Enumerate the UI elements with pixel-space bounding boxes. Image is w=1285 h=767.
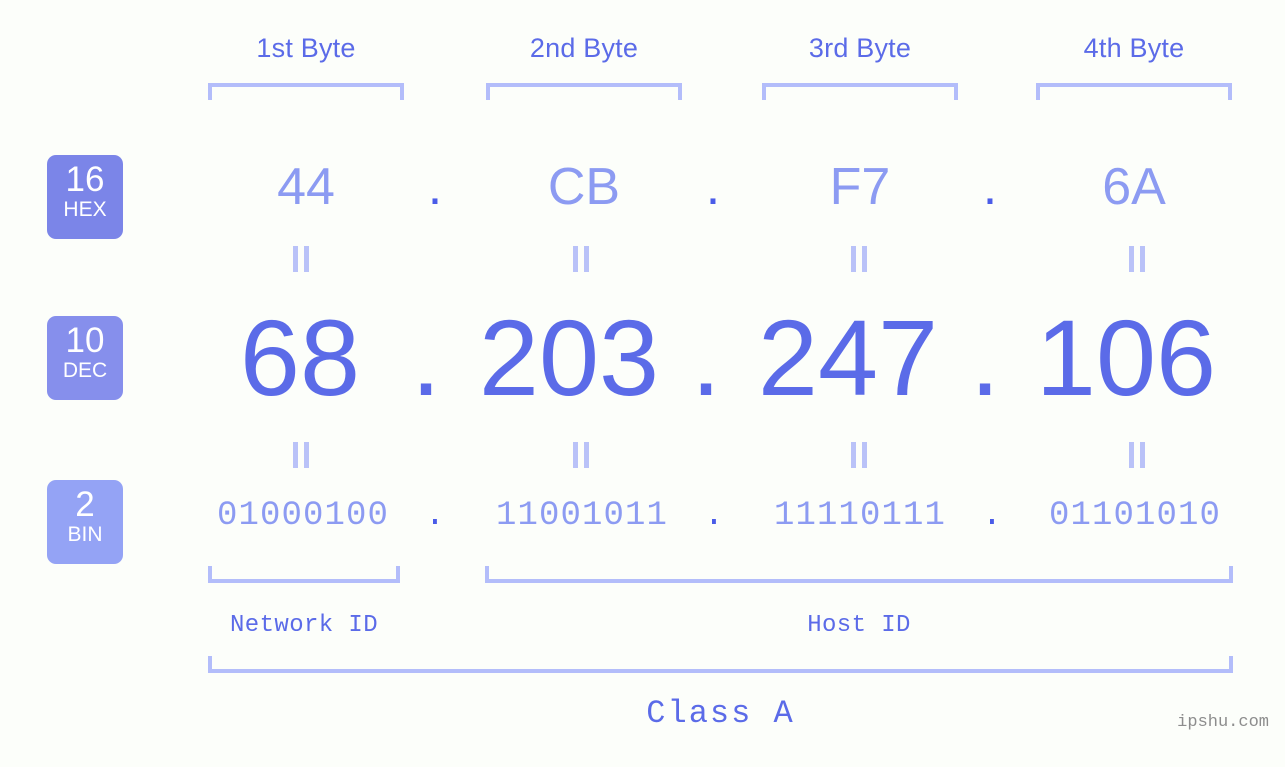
base-badge-bin-number: 2 xyxy=(75,485,95,524)
equals-mark-hex-dec-1 xyxy=(290,246,312,272)
decimal-separator-1: . xyxy=(410,297,441,418)
base-badge-dec-name: DEC xyxy=(62,359,108,382)
equals-bar xyxy=(293,442,298,468)
base-badge-hex-name: HEX xyxy=(63,198,107,221)
base-badge-bin-name: BIN xyxy=(67,523,103,546)
equals-bar xyxy=(584,246,589,272)
equals-bar xyxy=(584,442,589,468)
equals-mark-dec-bin-4 xyxy=(1126,442,1148,468)
base-badge-bin: 2 BIN xyxy=(47,480,123,564)
equals-bar xyxy=(293,246,298,272)
decimal-separator-3: . xyxy=(969,297,1000,418)
base-badge-dec-number: 10 xyxy=(65,321,105,360)
equals-bar xyxy=(573,442,578,468)
host-id-label: Host ID xyxy=(807,612,911,639)
equals-bar xyxy=(851,246,856,272)
decimal-octet-2: 203 xyxy=(478,297,660,418)
network-id-label: Network ID xyxy=(229,612,379,639)
equals-bar xyxy=(862,442,867,468)
equals-mark-hex-dec-3 xyxy=(848,246,870,272)
equals-bar xyxy=(1129,442,1134,468)
byte-bracket-top-1 xyxy=(208,83,404,100)
equals-mark-dec-bin-1 xyxy=(290,442,312,468)
binary-octet-4: 01101010 xyxy=(1048,497,1222,535)
host-id-bracket xyxy=(485,566,1233,583)
byte-bracket-top-2 xyxy=(486,83,682,100)
binary-separator-2: . xyxy=(703,497,725,535)
binary-octet-3: 11110111 xyxy=(773,497,947,535)
equals-mark-hex-dec-2 xyxy=(570,246,592,272)
byte-header-2: 2nd Byte xyxy=(529,33,639,63)
byte-header-1: 1st Byte xyxy=(256,33,356,63)
ip-breakdown-diagram: 1st Byte 2nd Byte 3rd Byte 4th Byte 16 H… xyxy=(0,0,1285,767)
binary-separator-1: . xyxy=(424,497,446,535)
binary-octet-1: 01000100 xyxy=(216,497,390,535)
hex-octet-3: F7 xyxy=(829,158,891,216)
decimal-octet-3: 247 xyxy=(757,297,939,418)
byte-bracket-top-3 xyxy=(762,83,958,100)
class-label: Class A xyxy=(646,695,795,732)
hex-separator-1: . xyxy=(427,158,443,216)
binary-octet-2: 11001011 xyxy=(495,497,669,535)
byte-header-4: 4th Byte xyxy=(1083,33,1185,63)
equals-bar xyxy=(1129,246,1134,272)
site-watermark: ipshu.com xyxy=(1177,713,1269,732)
hex-octet-1: 44 xyxy=(277,158,335,216)
equals-bar xyxy=(862,246,867,272)
binary-separator-3: . xyxy=(981,497,1003,535)
equals-bar xyxy=(304,442,309,468)
network-id-bracket xyxy=(208,566,400,583)
decimal-address-row: 68 . 203 . 247 . 106 xyxy=(210,298,1250,418)
hex-octet-2: CB xyxy=(547,158,621,216)
base-badge-hex: 16 HEX xyxy=(47,155,123,239)
equals-bar xyxy=(1140,442,1145,468)
equals-bar xyxy=(304,246,309,272)
byte-header-3: 3rd Byte xyxy=(808,33,912,63)
equals-mark-dec-bin-2 xyxy=(570,442,592,468)
hex-separator-2: . xyxy=(705,158,721,216)
decimal-octet-1: 68 xyxy=(239,297,361,418)
equals-mark-hex-dec-4 xyxy=(1126,246,1148,272)
base-badge-hex-number: 16 xyxy=(65,160,105,199)
equals-bar xyxy=(1140,246,1145,272)
base-badge-dec: 10 DEC xyxy=(47,316,123,400)
equals-bar xyxy=(851,442,856,468)
decimal-separator-2: . xyxy=(690,297,721,418)
equals-bar xyxy=(573,246,578,272)
decimal-octet-4: 106 xyxy=(1035,297,1217,418)
equals-mark-dec-bin-3 xyxy=(848,442,870,468)
class-bracket xyxy=(208,656,1233,673)
hex-separator-3: . xyxy=(982,158,998,216)
hex-octet-4: 6A xyxy=(1102,158,1166,216)
byte-bracket-top-4 xyxy=(1036,83,1232,100)
